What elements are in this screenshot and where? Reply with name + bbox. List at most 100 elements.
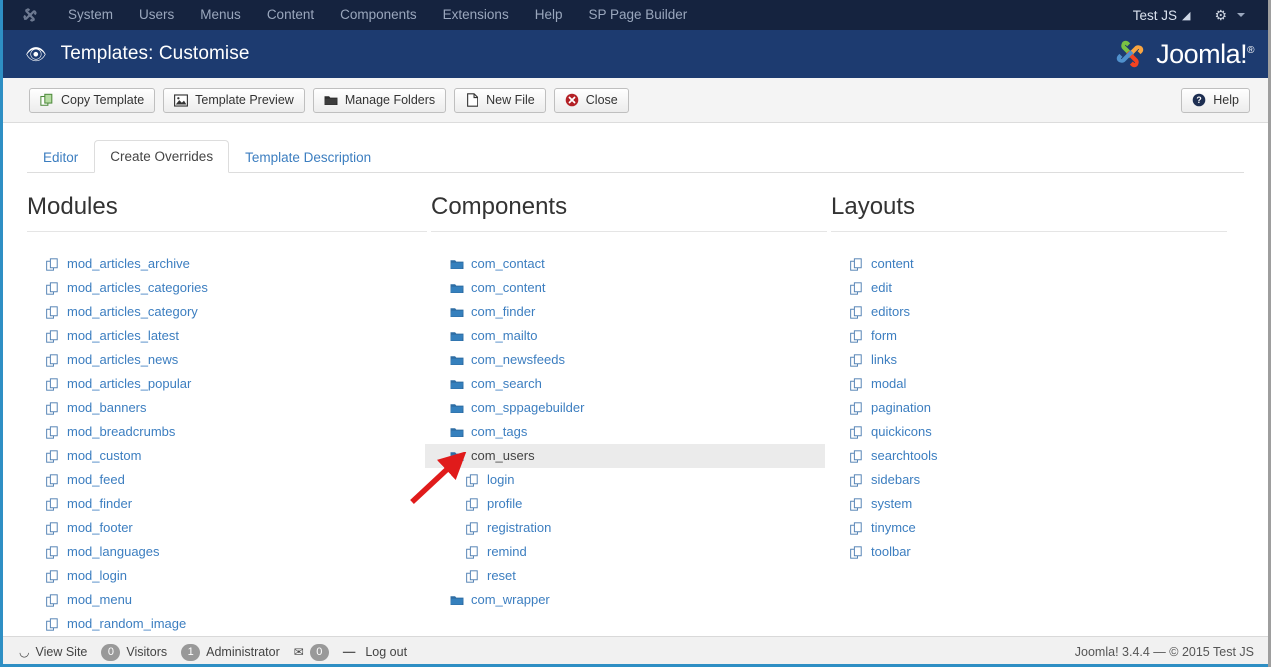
- tab-editor[interactable]: Editor: [27, 141, 94, 173]
- list-item[interactable]: registration: [431, 516, 827, 540]
- list-item[interactable]: links: [831, 348, 1227, 372]
- menu-item-sp-page-builder[interactable]: SP Page Builder: [575, 0, 700, 30]
- list-item[interactable]: com_tags: [431, 420, 827, 444]
- folder-icon: [449, 425, 464, 440]
- help-label: Help: [1213, 93, 1239, 107]
- list-item[interactable]: system: [831, 492, 1227, 516]
- settings-menu[interactable]: ⚙: [1200, 8, 1254, 22]
- visitors-badge: 0: [101, 644, 120, 661]
- list-item[interactable]: toolbar: [831, 540, 1227, 564]
- list-item[interactable]: com_mailto: [431, 324, 827, 348]
- list-item[interactable]: com_wrapper: [431, 588, 827, 612]
- tab-create-overrides[interactable]: Create Overrides: [94, 140, 229, 173]
- list-item-label: mod_breadcrumbs: [67, 420, 175, 444]
- list-item[interactable]: com_contact: [431, 252, 827, 276]
- list-item[interactable]: mod_finder: [27, 492, 427, 516]
- list-item[interactable]: tinymce: [831, 516, 1227, 540]
- status-separator: —: [343, 645, 356, 659]
- toolbar: Copy Template Template Preview Manage Fo…: [3, 78, 1268, 123]
- visitors-label: Visitors: [126, 645, 167, 659]
- list-item[interactable]: com_sppagebuilder: [431, 396, 827, 420]
- folder-icon: [449, 593, 464, 608]
- list-item[interactable]: mod_feed: [27, 468, 427, 492]
- list-item[interactable]: com_content: [431, 276, 827, 300]
- column-modules: Modules mod_articles_archive mod_article…: [27, 193, 427, 660]
- list-item[interactable]: mod_languages: [27, 540, 427, 564]
- list-item[interactable]: mod_banners: [27, 396, 427, 420]
- list-item[interactable]: com_finder: [431, 300, 827, 324]
- list-item[interactable]: mod_articles_popular: [27, 372, 427, 396]
- list-item[interactable]: quickicons: [831, 420, 1227, 444]
- list-item[interactable]: mod_articles_archive: [27, 252, 427, 276]
- menu-item-menus[interactable]: Menus: [187, 0, 254, 30]
- list-item[interactable]: mod_custom: [27, 444, 427, 468]
- tab-template-description[interactable]: Template Description: [229, 141, 387, 173]
- list-item[interactable]: editors: [831, 300, 1227, 324]
- template-preview-label: Template Preview: [195, 93, 294, 107]
- list-item[interactable]: mod_footer: [27, 516, 427, 540]
- list-item-label: com_wrapper: [471, 588, 550, 612]
- list-item-login[interactable]: login: [431, 468, 827, 492]
- list-item[interactable]: mod_login: [27, 564, 427, 588]
- administrator-label: Administrator: [206, 645, 280, 659]
- list-item[interactable]: mod_articles_categories: [27, 276, 427, 300]
- list-item-label: com_search: [471, 372, 542, 396]
- list-item[interactable]: reset: [431, 564, 827, 588]
- list-item-label: links: [871, 348, 897, 372]
- list-item[interactable]: pagination: [831, 396, 1227, 420]
- menu-item-extensions[interactable]: Extensions: [430, 0, 522, 30]
- file-icon: [465, 93, 479, 107]
- menu-item-users[interactable]: Users: [126, 0, 187, 30]
- administrator-badge: 1: [181, 644, 200, 661]
- copy-file-icon: [45, 281, 60, 296]
- list-item[interactable]: edit: [831, 276, 1227, 300]
- list-item-label: com_newsfeeds: [471, 348, 565, 372]
- menu-item-help[interactable]: Help: [522, 0, 576, 30]
- copy-file-icon: [45, 569, 60, 584]
- copy-file-icon: [849, 353, 864, 368]
- close-button[interactable]: Close: [554, 88, 629, 113]
- list-item-label: mod_random_image: [67, 612, 186, 636]
- list-item[interactable]: mod_menu: [27, 588, 427, 612]
- list-item[interactable]: mod_breadcrumbs: [27, 420, 427, 444]
- menu-item-components[interactable]: Components: [327, 0, 430, 30]
- list-item[interactable]: mod_random_image: [27, 612, 427, 636]
- list-item-label: sidebars: [871, 468, 920, 492]
- logout-label: Log out: [365, 645, 407, 659]
- column-title-components: Components: [431, 193, 827, 232]
- list-item[interactable]: remind: [431, 540, 827, 564]
- close-label: Close: [586, 93, 618, 107]
- list-item[interactable]: searchtools: [831, 444, 1227, 468]
- view-site-link[interactable]: ◡ View Site: [19, 645, 87, 659]
- list-item[interactable]: form: [831, 324, 1227, 348]
- copy-file-icon: [45, 593, 60, 608]
- list-item[interactable]: sidebars: [831, 468, 1227, 492]
- messages-status[interactable]: ✉ 0: [294, 644, 329, 661]
- user-menu[interactable]: Test JS ◢: [1123, 8, 1201, 23]
- manage-folders-button[interactable]: Manage Folders: [313, 88, 446, 113]
- external-link-icon: ◡: [19, 645, 29, 659]
- column-components: Components com_contact com_content com_f…: [427, 193, 827, 660]
- copy-file-icon: [849, 497, 864, 512]
- help-button[interactable]: ? Help: [1181, 88, 1250, 113]
- list-item[interactable]: com_search: [431, 372, 827, 396]
- copy-file-icon: [45, 353, 60, 368]
- list-item-com-users[interactable]: com_users: [425, 444, 825, 468]
- copy-file-icon: [45, 305, 60, 320]
- list-item[interactable]: modal: [831, 372, 1227, 396]
- list-item[interactable]: content: [831, 252, 1227, 276]
- template-preview-button[interactable]: Template Preview: [163, 88, 305, 113]
- copy-template-button[interactable]: Copy Template: [29, 88, 155, 113]
- copy-file-icon: [45, 425, 60, 440]
- logout-link[interactable]: Log out: [365, 645, 407, 659]
- list-item[interactable]: mod_articles_category: [27, 300, 427, 324]
- new-file-button[interactable]: New File: [454, 88, 546, 113]
- list-item[interactable]: profile: [431, 492, 827, 516]
- status-bar: ◡ View Site 0 Visitors 1 Administrator ✉…: [3, 636, 1268, 667]
- list-item[interactable]: com_newsfeeds: [431, 348, 827, 372]
- menu-item-system[interactable]: System: [55, 0, 126, 30]
- list-item[interactable]: mod_articles_news: [27, 348, 427, 372]
- list-item[interactable]: mod_articles_latest: [27, 324, 427, 348]
- menu-item-content[interactable]: Content: [254, 0, 327, 30]
- joomla-mark-icon[interactable]: [21, 6, 39, 24]
